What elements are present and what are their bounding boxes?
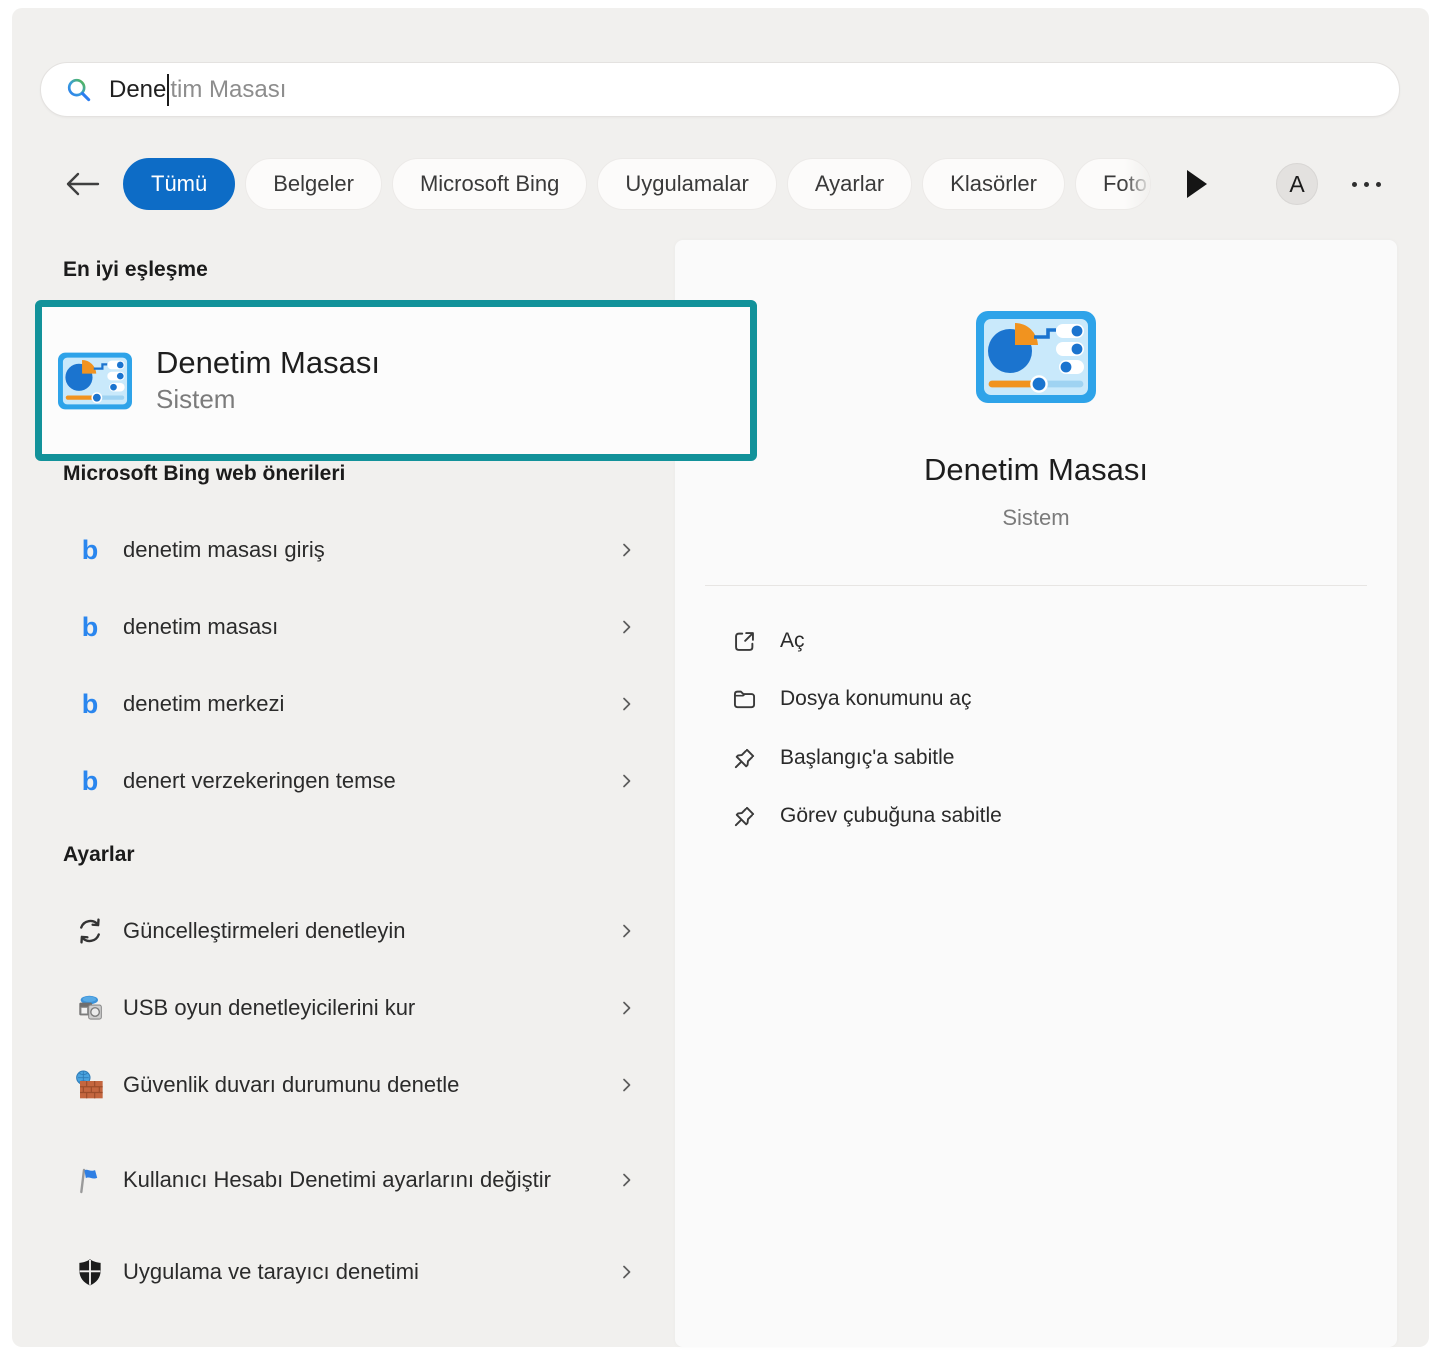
filter-pills: Tümü Belgeler Microsoft Bing Uygulamalar…: [123, 157, 1151, 211]
tab-klasorler[interactable]: Klasörler: [922, 158, 1065, 210]
chevron-right-icon: [619, 619, 635, 635]
back-arrow-icon[interactable]: [62, 169, 102, 199]
pin-icon: [731, 803, 758, 830]
open-icon: [731, 628, 758, 655]
setting-row-firewall-status[interactable]: Güvenlik duvarı durumunu denetle: [35, 1049, 663, 1121]
account-avatar[interactable]: A: [1276, 163, 1318, 205]
tab-microsoft-bing[interactable]: Microsoft Bing: [392, 158, 587, 210]
action-open[interactable]: Aç: [705, 618, 1345, 664]
bing-suggestion-row[interactable]: b denetim merkezi: [35, 667, 663, 741]
bing-icon: b: [73, 687, 107, 721]
search-icon: [65, 76, 93, 104]
search-input[interactable]: Denetim Masası: [40, 62, 1400, 117]
security-shield-icon: [73, 1255, 107, 1289]
chevron-right-icon: [619, 773, 635, 789]
setting-row-usb-game-controllers[interactable]: USB oyun denetleyicilerini kur: [35, 972, 663, 1044]
tab-uygulamalar[interactable]: Uygulamalar: [597, 158, 777, 210]
chevron-right-icon: [619, 1000, 635, 1016]
preview-subtitle: Sistem: [675, 505, 1397, 531]
action-pin-to-start[interactable]: Başlangıç'a sabitle: [705, 735, 1345, 781]
chevron-right-icon: [619, 923, 635, 939]
bing-icon: b: [73, 610, 107, 644]
pin-icon: [731, 745, 758, 772]
action-open-file-location[interactable]: Dosya konumunu aç: [705, 676, 1345, 722]
bing-suggestion-row[interactable]: b denetim masası: [35, 590, 663, 664]
preview-title: Denetim Masası: [675, 452, 1397, 488]
chevron-right-icon: [619, 1172, 635, 1188]
bing-section-heading: Microsoft Bing web önerileri: [63, 462, 345, 486]
best-match-subtitle: Sistem: [156, 383, 380, 417]
gamepad-icon: [73, 991, 107, 1025]
refresh-icon: [73, 914, 107, 948]
bing-icon: b: [73, 533, 107, 567]
tab-belgeler[interactable]: Belgeler: [245, 158, 382, 210]
control-panel-icon-large: [976, 310, 1096, 404]
chevron-right-icon: [619, 1264, 635, 1280]
search-typed-text: Dene: [109, 76, 166, 104]
setting-row-check-updates[interactable]: Güncelleştirmeleri denetleyin: [35, 895, 663, 967]
more-options-icon[interactable]: [1344, 165, 1388, 203]
settings-section-heading: Ayarlar: [63, 843, 135, 867]
chevron-right-icon: [619, 696, 635, 712]
setting-row-app-browser-control[interactable]: Uygulama ve tarayıcı denetimi: [35, 1236, 663, 1308]
bing-icon: b: [73, 764, 107, 798]
preview-divider: [705, 585, 1367, 586]
folder-icon: [731, 686, 758, 713]
chevron-right-icon: [619, 1077, 635, 1093]
setting-row-uac-settings[interactable]: Kullanıcı Hesabı Denetimi ayarlarını değ…: [35, 1126, 663, 1234]
text-caret: [167, 74, 169, 106]
action-pin-to-taskbar[interactable]: Görev çubuğuna sabitle: [705, 793, 1345, 839]
uac-flag-icon: [73, 1163, 107, 1197]
best-match-highlight-box: Denetim Masası Sistem: [35, 300, 757, 461]
tab-ayarlar[interactable]: Ayarlar: [787, 158, 912, 210]
bing-suggestion-row[interactable]: b denetim masası giriş: [35, 513, 663, 587]
best-match-heading: En iyi eşleşme: [63, 258, 208, 282]
best-match-title: Denetim Masası: [156, 344, 380, 383]
control-panel-icon-small: [58, 352, 132, 410]
tab-foto-clipped[interactable]: Foto: [1075, 158, 1151, 210]
firewall-icon: [73, 1068, 107, 1102]
best-match-result[interactable]: Denetim Masası Sistem: [42, 307, 750, 454]
bing-suggestion-row[interactable]: b denert verzekeringen temse: [35, 744, 663, 818]
search-suggestion-text: tim Masası: [170, 76, 286, 104]
tab-tumu[interactable]: Tümü: [123, 158, 235, 210]
chevron-right-icon: [619, 542, 635, 558]
more-tabs-play-icon[interactable]: [1187, 170, 1207, 198]
search-query-text: Denetim Masası: [109, 74, 286, 106]
filter-tabs-row: Tümü Belgeler Microsoft Bing Uygulamalar…: [0, 157, 1441, 211]
